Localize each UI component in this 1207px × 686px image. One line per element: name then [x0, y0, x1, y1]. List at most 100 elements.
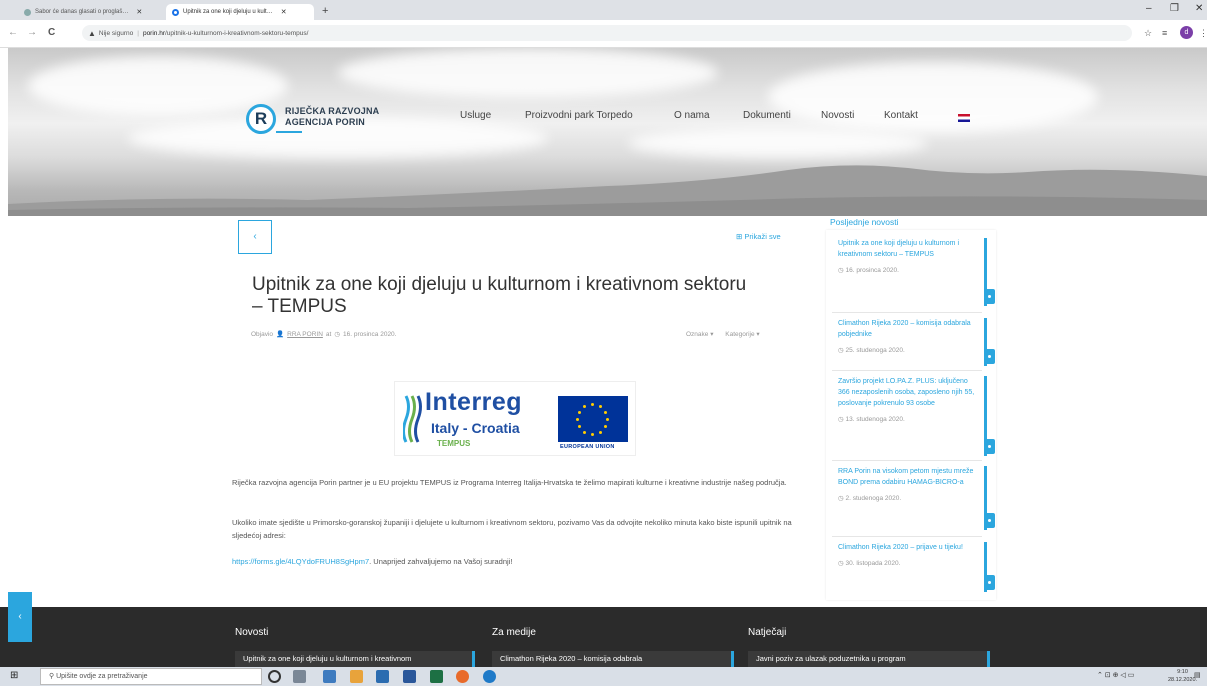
- tags-label: Oznake: [686, 331, 709, 338]
- mountains-silhouette: [8, 165, 1207, 216]
- news-divider: [832, 460, 982, 461]
- article-title: Upitnik za one koji djeluju u kulturnom …: [252, 274, 747, 317]
- nav-link-novosti[interactable]: Novosti: [821, 110, 854, 121]
- footer-column-title: Natječaji: [748, 627, 787, 638]
- tray-icons[interactable]: ⌃ ⊡ ⊕ ◁ ▭: [1097, 671, 1134, 679]
- banner-italy-croatia: Italy - Croatia: [431, 420, 520, 436]
- excel-icon[interactable]: [430, 670, 443, 683]
- taskbar-clock[interactable]: 9:10 28.12.2020.: [1168, 668, 1197, 684]
- tab-title: Upitnik za one koji djeluju u kult…: [183, 9, 273, 15]
- file-explorer-icon[interactable]: [323, 670, 336, 683]
- show-all-label: Prikaži sve: [744, 232, 781, 241]
- news-item-title[interactable]: RRA Porin na visokom petom mjestu mreže …: [832, 466, 984, 488]
- security-text: Nije sigurno: [98, 29, 134, 37]
- task-view-icon[interactable]: [293, 670, 306, 683]
- tab-favicon-icon: [24, 8, 31, 16]
- maximize-button[interactable]: ❐: [1170, 3, 1179, 14]
- article-taxonomy: Oznake ▾ Kategorije ▾: [686, 330, 760, 338]
- taskbar-search-input[interactable]: ⚲ Upišite ovdje za pretraživanje: [40, 668, 262, 685]
- warning-triangle-icon[interactable]: ▲: [88, 29, 96, 38]
- sidebar-news-item[interactable]: Climathon Rijeka 2020 – komisija odabral…: [832, 318, 995, 366]
- sidebar-news-item[interactable]: RRA Porin na visokom petom mjestu mreže …: [832, 466, 995, 530]
- categories-dropdown[interactable]: Kategorije ▾: [725, 331, 759, 338]
- reading-list-icon[interactable]: ≡: [1162, 28, 1167, 38]
- footer-column-title: Za medije: [492, 627, 536, 638]
- footer-news-link[interactable]: Upitnik za one koji djeluju u kulturnom …: [235, 651, 475, 667]
- minimize-button[interactable]: –: [1146, 3, 1152, 14]
- address-bar-row: ← → C ▲ Nije sigurno | porin.hr /upitnik…: [0, 20, 1207, 48]
- tab-close-icon[interactable]: ✕: [281, 8, 287, 16]
- user-icon: 👤: [276, 331, 285, 338]
- firefox-icon[interactable]: [456, 670, 469, 683]
- tab-close-icon[interactable]: ✕: [136, 8, 142, 16]
- article-meta: Objavio 👤 RRA PORIN at ◷ 16. prosinca 20…: [251, 330, 396, 339]
- nav-link-o-nama[interactable]: O nama: [674, 110, 710, 121]
- nav-link-kontakt[interactable]: Kontakt: [884, 110, 918, 121]
- clock-time: 9:10: [1177, 669, 1188, 675]
- author-link[interactable]: RRA PORIN: [287, 331, 323, 338]
- close-window-button[interactable]: ✕: [1195, 3, 1203, 14]
- app-icon[interactable]: [350, 670, 363, 683]
- url-separator: |: [137, 29, 139, 37]
- cloud-shape: [628, 128, 928, 158]
- news-item-date: ◷ 2. studenoga 2020.: [838, 495, 902, 502]
- profile-avatar[interactable]: d: [1180, 26, 1193, 39]
- nav-link-dokumenti[interactable]: Dokumenti: [743, 110, 791, 121]
- nav-link-proizvodni-park[interactable]: Proizvodni park Torpedo: [525, 110, 633, 121]
- interreg-wave-icon: [403, 395, 422, 443]
- news-item-date: ◷ 13. studenoga 2020.: [838, 416, 905, 423]
- language-flag-icon[interactable]: [958, 114, 970, 122]
- nav-link-usluge[interactable]: Usluge: [460, 110, 491, 121]
- sidebar-news-item[interactable]: Upitnik za one koji djeluju u kulturnom …: [832, 238, 995, 306]
- notifications-icon[interactable]: ▤: [1194, 671, 1201, 679]
- news-item-badge-icon: [984, 439, 995, 454]
- article-paragraph-1: Riječka razvojna agencija Porin partner …: [232, 478, 787, 487]
- news-item-title[interactable]: Upitnik za one koji djeluju u kulturnom …: [832, 238, 984, 260]
- news-item-badge-icon: [984, 513, 995, 528]
- back-to-list-button[interactable]: ‹: [238, 220, 272, 254]
- news-item-date: ◷ 30. listopada 2020.: [838, 560, 901, 567]
- side-drawer-toggle[interactable]: ‹: [8, 592, 32, 642]
- tags-dropdown[interactable]: Oznake ▾: [686, 331, 713, 338]
- news-item-date: ◷ 16. prosinca 2020.: [838, 267, 899, 274]
- reload-button[interactable]: C: [48, 27, 55, 38]
- cloud-shape: [768, 62, 1098, 132]
- back-button[interactable]: ←: [8, 27, 18, 38]
- outlook-icon[interactable]: [376, 670, 389, 683]
- sidebar-news-item[interactable]: Climathon Rijeka 2020 – prijave u tijeku…: [832, 542, 995, 592]
- cortana-icon[interactable]: [268, 670, 281, 683]
- banner-eu-label: EUROPEAN UNION: [560, 444, 615, 450]
- site-logo[interactable]: R RIJEČKA RAZVOJNA AGENCIJA PORIN: [246, 104, 379, 134]
- show-all-link[interactable]: ⊞ Prikaži sve: [736, 232, 781, 241]
- news-item-title[interactable]: Završio projekt LO.PA.Z. PLUS: uključeno…: [832, 376, 984, 409]
- news-item-title[interactable]: Climathon Rijeka 2020 – komisija odabral…: [832, 318, 984, 340]
- url-input[interactable]: ▲ Nije sigurno | porin.hr /upitnik-u-kul…: [82, 25, 1132, 41]
- latest-news-title: Posljednje novosti: [830, 217, 899, 227]
- url-path: /upitnik-u-kulturnom-i-kreativnom-sektor…: [165, 29, 309, 37]
- news-item-badge-icon: [984, 289, 995, 304]
- footer-tender-link[interactable]: Javni poziv za ulazak poduzetnika u prog…: [748, 651, 990, 667]
- banner-interreg: Interreg: [425, 388, 523, 416]
- footer-media-link[interactable]: Climathon Rijeka 2020 – komisija odabral…: [492, 651, 734, 667]
- bookmark-star-icon[interactable]: ☆: [1144, 28, 1152, 39]
- news-divider: [832, 536, 982, 537]
- new-tab-button[interactable]: +: [322, 5, 328, 17]
- chrome-icon[interactable]: [483, 670, 496, 683]
- browser-menu-icon[interactable]: ⋮: [1199, 28, 1207, 39]
- sidebar-news-item[interactable]: Završio projekt LO.PA.Z. PLUS: uključeno…: [832, 376, 995, 456]
- browser-tab[interactable]: Sabor će danas glasati o proglaš… ✕: [18, 4, 158, 20]
- banner-tempus: TEMPUS: [437, 439, 471, 448]
- clock-icon: ◷: [334, 331, 340, 338]
- news-item-title[interactable]: Climathon Rijeka 2020 – prijave u tijeku…: [832, 542, 984, 553]
- footer-column-title: Novosti: [235, 627, 269, 638]
- forward-button[interactable]: →: [27, 27, 37, 38]
- windows-start-icon[interactable]: ⊞: [10, 671, 20, 681]
- word-icon[interactable]: [403, 670, 416, 683]
- browser-tab-active[interactable]: Upitnik za one koji djeluju u kult… ✕: [166, 4, 314, 20]
- news-item-badge-icon: [984, 349, 995, 364]
- logo-text-line2: AGENCIJA PORIN: [285, 116, 365, 127]
- eu-flag-icon: [558, 396, 628, 442]
- survey-link[interactable]: https://forms.gle/4LQYdoFRUH8SgHpm7: [232, 557, 369, 566]
- taskbar-search-placeholder: Upišite ovdje za pretraživanje: [56, 673, 148, 680]
- news-divider: [832, 370, 982, 371]
